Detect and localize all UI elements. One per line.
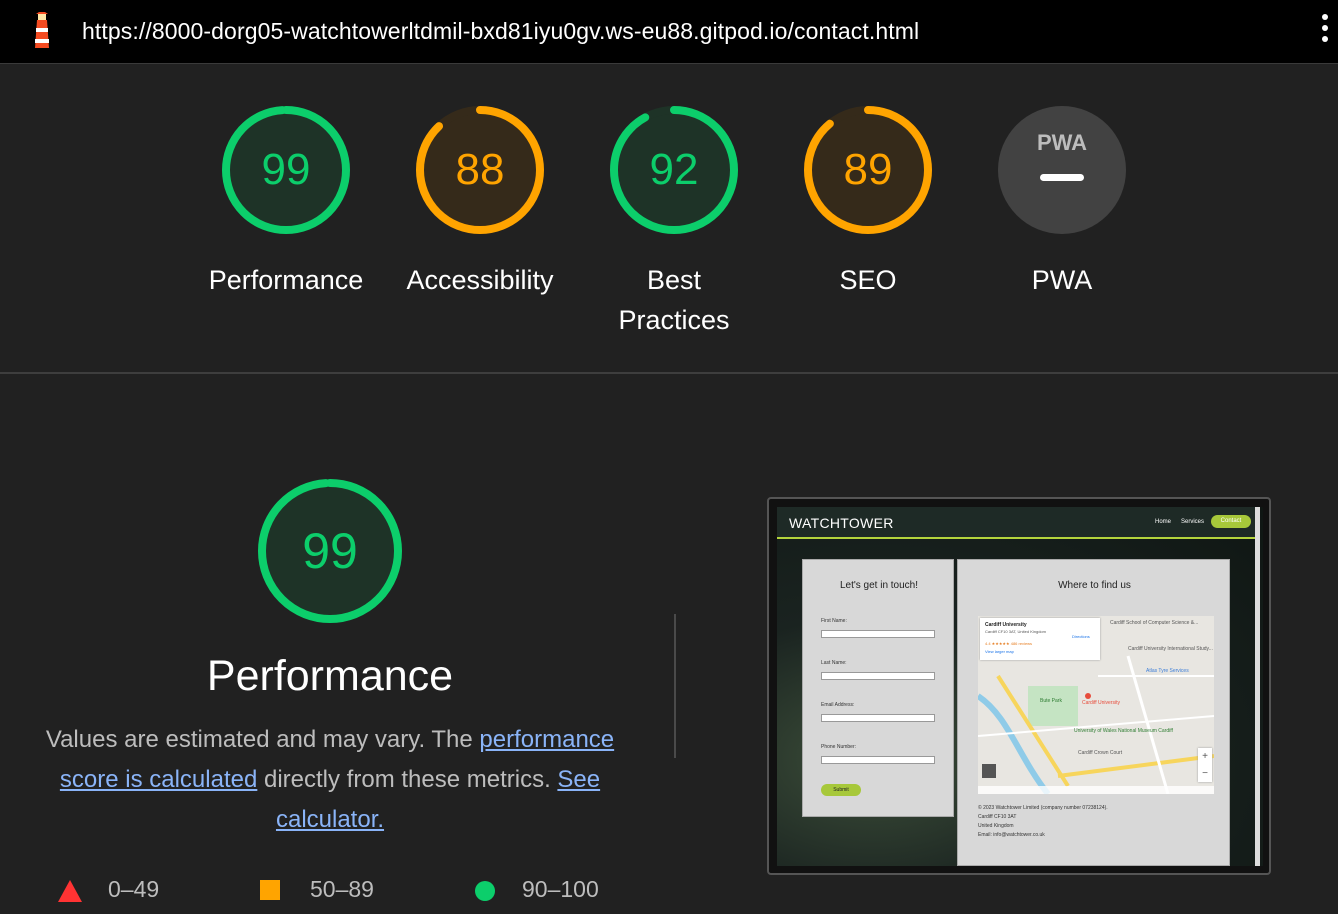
map-footer (978, 786, 1214, 794)
thumb-address: © 2023 Watchtower Limited (company numbe… (978, 804, 1108, 840)
map-label: Cardiff School of Computer Science &... (1110, 620, 1199, 626)
map-label: Cardiff Crown Court (1078, 750, 1123, 756)
thumb-field-input (821, 756, 935, 764)
gauge-label: Best Practices (618, 265, 730, 335)
gauge-accessibility[interactable]: 88 Accessibility (383, 104, 577, 300)
final-screenshot[interactable]: WATCHTOWER Home Services Contact Let's g… (767, 497, 1271, 875)
thumb-form-title: Let's get in touch! (839, 580, 919, 591)
thumb-find-title: Where to find us (1058, 580, 1131, 591)
thumb-navbar: WATCHTOWER Home Services Contact (777, 507, 1255, 539)
map-label: Atlas Tyre Services (1146, 668, 1189, 674)
performance-gauge: 99 (258, 479, 402, 623)
thumb-nav-services: Services (1181, 519, 1205, 525)
category-gauges: 99 Performance 88 Accessibility 92 Best … (0, 64, 1338, 372)
desc-text: Values are estimated and may vary. The (45, 726, 480, 753)
gauge-label: PWA (1031, 265, 1093, 295)
thumb-field-label: Last Name: (821, 660, 847, 666)
screenshot-image: WATCHTOWER Home Services Contact Let's g… (777, 507, 1263, 866)
map-label: Bute Park (1040, 698, 1062, 704)
vertical-divider (674, 614, 676, 758)
thumb-field-input (821, 714, 935, 722)
legend-range: 50–89 (310, 876, 374, 902)
map-card-rating: 4.4 ★★★★★ 486 reviews (985, 641, 1033, 646)
gauge-seo[interactable]: 89 SEO (771, 104, 965, 300)
desc-text: directly from these metrics. (257, 766, 558, 793)
thumb-field-label: Phone Number: (821, 744, 857, 750)
address-line: Cardiff CF10 3AT (978, 814, 1017, 820)
gauge-ring: 89 (804, 106, 932, 234)
gauge-score: 88 (456, 145, 505, 194)
address-line: © 2023 Watchtower Limited (company numbe… (978, 805, 1108, 811)
thumb-map: Cardiff University Cardiff School of Com… (978, 616, 1214, 794)
thumb-field-label: First Name: (821, 618, 847, 624)
map-card-link: View larger map (985, 649, 1014, 654)
zoom-in-icon: + (1202, 751, 1208, 762)
legend-range: 0–49 (108, 876, 160, 902)
map-card-title: Cardiff University (985, 622, 1027, 628)
pwa-icon: PWA (998, 106, 1126, 234)
address-line: Email: info@watchtower.co.uk (978, 832, 1045, 838)
thumb-brand: WATCHTOWER (789, 515, 894, 531)
square-icon (260, 880, 280, 900)
gauge-best-practices[interactable]: 92 Best Practices (577, 104, 771, 340)
gauge-score: 99 (262, 145, 311, 194)
thumb-find-us: Where to find us Cardiff University Card… (957, 559, 1230, 866)
gauge-label: SEO (839, 265, 897, 295)
gauge-score: 89 (844, 145, 893, 194)
map-card-directions: Directions (1072, 634, 1090, 639)
performance-score: 99 (302, 523, 358, 579)
circle-icon (475, 881, 495, 901)
map-card-address: Cardiff CF10 3AT, United Kingdom (985, 629, 1046, 634)
map-info-card: Cardiff University Cardiff CF10 3AT, Uni… (980, 618, 1100, 660)
score-legend: 0–49 50–89 90–100 (58, 874, 658, 914)
thumb-scrollbar (1255, 507, 1260, 866)
kebab-menu-icon[interactable] (1318, 14, 1332, 50)
zoom-out-icon: − (1202, 768, 1208, 779)
gauge-ring: 92 (610, 106, 738, 234)
gauge-pwa[interactable]: PWA PWA (965, 104, 1159, 300)
performance-title: Performance (206, 652, 454, 700)
thumb-field-input (821, 630, 935, 638)
lighthouse-icon (35, 12, 49, 48)
pwa-badge: PWA (1037, 130, 1087, 155)
performance-description: Values are estimated and may vary. The p… (40, 720, 620, 840)
thumb-submit-button: Submit (821, 784, 861, 796)
triangle-icon (58, 880, 82, 902)
thumb-contact-form: Let's get in touch! First Name: Last Nam… (802, 559, 954, 817)
gauge-label: Performance (208, 265, 364, 295)
url-bar: https://8000-dorg05-watchtowerltdmil-bxd… (0, 0, 1338, 64)
gauge-label: Accessibility (406, 265, 554, 295)
thumb-field-label: Email Address: (821, 702, 855, 708)
map-label: University of Wales National Museum Card… (1074, 728, 1173, 734)
map-zoom-control: + − (1198, 748, 1212, 782)
thumb-nav-contact: Contact (1211, 515, 1251, 528)
gauge-ring: 99 (222, 106, 350, 234)
map-label: Cardiff University International Study..… (1128, 646, 1213, 652)
gauge-performance[interactable]: 99 Performance (189, 104, 383, 300)
page-url: https://8000-dorg05-watchtowerltdmil-bxd… (82, 18, 920, 44)
legend-range: 90–100 (522, 876, 599, 902)
gauge-ring: 88 (416, 106, 544, 234)
performance-section: 99 Performance Values are estimated and … (0, 374, 1338, 902)
address-line: United Kingdom (978, 823, 1014, 829)
gauge-score: 92 (650, 145, 699, 194)
map-label: Cardiff University (1082, 700, 1120, 706)
thumb-field-input (821, 672, 935, 680)
thumb-nav-home: Home (1155, 519, 1172, 525)
